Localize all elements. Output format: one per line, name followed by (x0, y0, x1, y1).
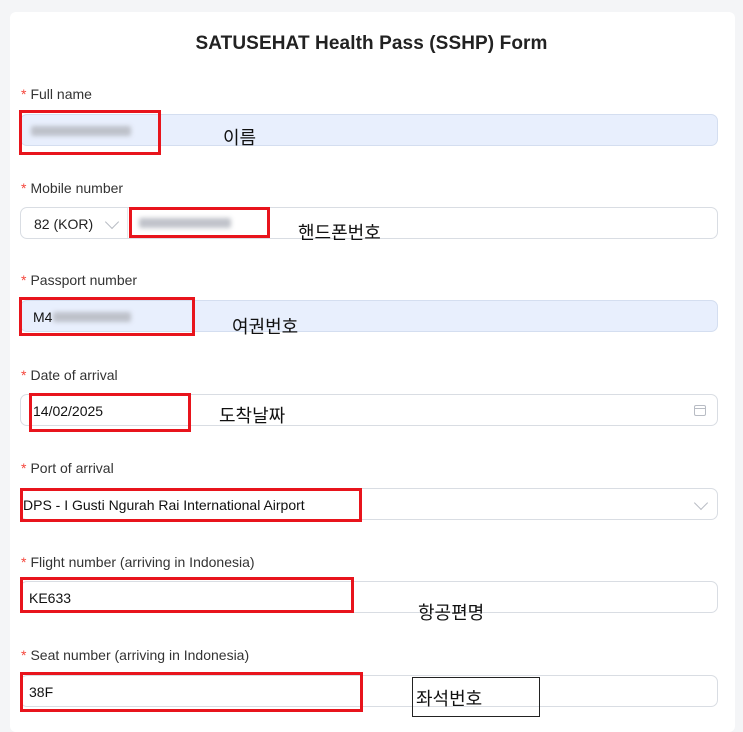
annotation-note-seat: 좌석번호 (416, 689, 483, 710)
divider (127, 208, 128, 238)
annotation-box-seat (20, 672, 363, 712)
chevron-down-icon[interactable] (693, 495, 709, 511)
annotation-note-full-name: 이름 (223, 128, 257, 149)
passport-label: * Passport number (21, 272, 138, 288)
annotation-box-mobile (129, 207, 270, 238)
full-name-label: * Full name (21, 86, 92, 102)
annotation-note-flight: 항공편명 (418, 603, 485, 624)
flight-label: * Flight number (arriving in Indonesia) (21, 554, 255, 570)
required-mark: * (21, 86, 27, 102)
form-title: SATUSEHAT Health Pass (SSHP) Form (195, 33, 548, 54)
mobile-label: * Mobile number (21, 180, 124, 196)
annotation-box-flight (20, 577, 354, 613)
country-code-select[interactable]: 82 (KOR) (34, 216, 93, 232)
annotation-box-port (20, 488, 362, 522)
calendar-icon[interactable] (694, 405, 706, 416)
annotation-note-mobile: 핸드폰번호 (298, 223, 381, 244)
annotation-box-passport (19, 297, 195, 336)
port-label: * Port of arrival (21, 460, 114, 476)
annotation-box-arrival-date (29, 393, 191, 432)
seat-label: * Seat number (arriving in Indonesia) (21, 647, 250, 663)
annotation-box-full-name (19, 110, 161, 155)
annotation-note-arrival-date: 도착날짜 (219, 406, 286, 427)
arrival-date-label: * Date of arrival (21, 367, 118, 383)
annotation-note-passport: 여권번호 (232, 317, 299, 338)
chevron-down-icon[interactable] (104, 214, 120, 230)
